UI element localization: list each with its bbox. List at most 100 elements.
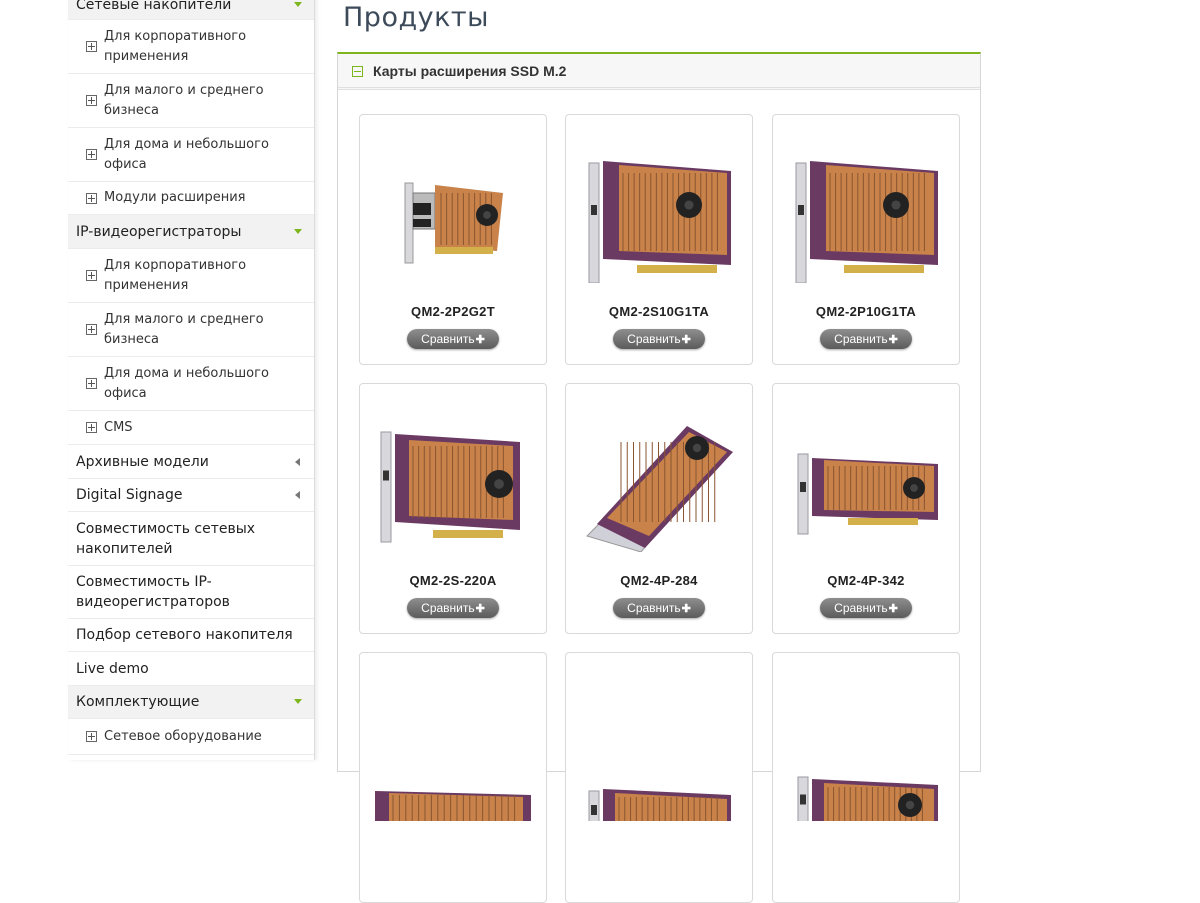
expand-plus-icon	[86, 731, 97, 742]
sidebar-item-nas-smb[interactable]: Для малого и среднего бизнеса	[68, 74, 314, 128]
sidebar-item-nvr-enterprise[interactable]: Для корпоративного применения	[68, 249, 314, 303]
product-card[interactable]: QM2-2P10G1TA Сравнить✚	[772, 114, 960, 365]
sidebar-item-label: Для дома и небольшого	[104, 136, 269, 152]
compare-label: Сравнить	[627, 601, 681, 615]
product-card[interactable]	[565, 652, 753, 903]
sidebar-item-nvr-compat[interactable]: Совместимость IP-видеорегистраторов	[68, 566, 314, 619]
sidebar-category-nas[interactable]: Сетевые накопители	[68, 0, 314, 20]
sidebar-item-label: Для дома и небольшого	[104, 365, 269, 381]
sidebar-category-label: Сетевые накопители	[76, 0, 232, 13]
expand-plus-icon	[86, 422, 97, 433]
compare-button[interactable]: Сравнить✚	[820, 329, 912, 349]
products-panel: Карты расширения SSD M.2 QM2-2P2G2T Сравн…	[337, 52, 981, 903]
product-image[interactable]	[581, 412, 737, 553]
compare-label: Сравнить	[421, 601, 475, 615]
sidebar-item-label: бизнеса	[104, 102, 159, 118]
sidebar-category-label: Digital Signage	[76, 487, 183, 503]
sidebar-category-label: Комплектующие	[76, 694, 200, 710]
product-card[interactable]: QM2-4P-284 Сравнить✚	[565, 383, 753, 634]
sidebar-item-label: Сетевое оборудование	[104, 728, 262, 744]
sidebar-category-signage[interactable]: Digital Signage	[68, 479, 314, 512]
plus-icon: ✚	[475, 603, 485, 615]
product-card[interactable]	[359, 652, 547, 903]
compare-label: Сравнить	[421, 332, 475, 346]
sidebar-item-label: офиса	[104, 385, 147, 401]
caret-down-icon	[294, 229, 302, 234]
sidebar-item-label: Совместимость IP-	[76, 574, 212, 590]
expand-plus-icon	[86, 95, 97, 106]
sidebar-item-nvr-smb[interactable]: Для малого и среднего бизнеса	[68, 303, 314, 357]
compare-button[interactable]: Сравнить✚	[407, 598, 499, 618]
sidebar-item-label: Для корпоративного	[104, 28, 247, 44]
product-card[interactable]: QM2-2S-220A Сравнить✚	[359, 383, 547, 634]
sidebar-item-nas-picker[interactable]: Подбор сетевого накопителя	[68, 619, 314, 652]
plus-icon: ✚	[681, 603, 691, 615]
compare-label: Сравнить	[834, 332, 888, 346]
product-name[interactable]: QM2-2S-220A	[360, 573, 546, 588]
sidebar-item-nas-enterprise[interactable]: Для корпоративного применения	[68, 20, 314, 74]
compare-button[interactable]: Сравнить✚	[820, 598, 912, 618]
product-card[interactable]: QM2-2S10G1TA Сравнить✚	[565, 114, 753, 365]
sidebar-item-label: применения	[104, 48, 189, 64]
page-title: Продукты	[343, 2, 489, 33]
expand-plus-icon	[86, 41, 97, 52]
product-image[interactable]	[581, 143, 737, 284]
expand-plus-icon	[86, 193, 97, 204]
sidebar-category-archive[interactable]: Архивные модели	[68, 445, 314, 479]
sidebar-category-nvr[interactable]: IP-видеорегистраторы	[68, 215, 314, 249]
sidebar-item-network-equipment[interactable]: Сетевое оборудование	[68, 719, 314, 755]
sidebar-item-label: Для малого и среднего	[104, 82, 264, 98]
plus-icon: ✚	[475, 334, 485, 346]
product-image[interactable]	[788, 681, 944, 828]
sidebar-item-label: накопителей	[76, 540, 173, 557]
sidebar-item-label: CMS	[104, 419, 133, 435]
sidebar-item-nas-expansion[interactable]: Модули расширения	[68, 182, 314, 215]
product-name[interactable]: QM2-4P-284	[566, 573, 752, 588]
panel-title: Карты расширения SSD M.2	[373, 63, 567, 79]
sidebar-item-live-demo[interactable]: Live demo	[68, 652, 314, 686]
sidebar-item-label: Для корпоративного	[104, 257, 247, 273]
collapse-minus-icon[interactable]	[352, 66, 363, 77]
product-image[interactable]	[788, 143, 944, 284]
panel-header: Карты расширения SSD M.2	[338, 54, 980, 90]
product-image[interactable]	[375, 143, 531, 283]
caret-down-icon	[294, 699, 302, 704]
plus-icon: ✚	[888, 603, 898, 615]
compare-label: Сравнить	[627, 332, 681, 346]
caret-down-icon	[294, 2, 302, 7]
sidebar-item-label: Live demo	[76, 660, 149, 677]
sidebar-item-cms[interactable]: CMS	[68, 411, 314, 445]
sidebar-item-label: Совместимость сетевых	[76, 520, 256, 537]
product-name[interactable]: QM2-4P-342	[773, 573, 959, 588]
product-card[interactable]: QM2-4P-342 Сравнить✚	[772, 383, 960, 634]
sidebar-item-label: Модули расширения	[104, 190, 246, 205]
product-name[interactable]: QM2-2S10G1TA	[566, 304, 752, 319]
sidebar-item-label: Для малого и среднего	[104, 311, 264, 327]
product-image[interactable]	[375, 412, 531, 552]
sidebar-item-nvr-home[interactable]: Для дома и небольшого офиса	[68, 357, 314, 411]
product-image[interactable]	[581, 681, 737, 832]
compare-button[interactable]: Сравнить✚	[613, 598, 705, 618]
expand-plus-icon	[86, 270, 97, 281]
compare-button[interactable]: Сравнить✚	[613, 329, 705, 349]
expand-plus-icon	[86, 378, 97, 389]
sidebar-item-nas-home[interactable]: Для дома и небольшого офиса	[68, 128, 314, 182]
product-card[interactable]	[772, 652, 960, 903]
sidebar-item-nas-compat[interactable]: Совместимость сетевых накопителей	[68, 512, 314, 566]
expand-plus-icon	[86, 149, 97, 160]
sidebar-item-label: применения	[104, 277, 189, 293]
sidebar-category-label: Архивные модели	[76, 453, 209, 470]
expand-plus-icon	[86, 324, 97, 335]
sidebar-item-label: видеорегистраторов	[76, 594, 230, 610]
product-card[interactable]: QM2-2P2G2T Сравнить✚	[359, 114, 547, 365]
product-image[interactable]	[788, 412, 944, 552]
caret-left-icon	[295, 458, 300, 466]
sidebar-category-accessories[interactable]: Комплектующие	[68, 686, 314, 719]
product-image[interactable]	[375, 681, 531, 821]
product-name[interactable]: QM2-2P10G1TA	[773, 304, 959, 319]
sidebar-item-label: офиса	[104, 156, 147, 172]
product-name[interactable]: QM2-2P2G2T	[360, 304, 546, 319]
sidebar-category-label: IP-видеорегистраторы	[76, 223, 242, 240]
sidebar: Сетевые накопители Для корпоративного при…	[68, 0, 315, 760]
compare-button[interactable]: Сравнить✚	[407, 329, 499, 349]
